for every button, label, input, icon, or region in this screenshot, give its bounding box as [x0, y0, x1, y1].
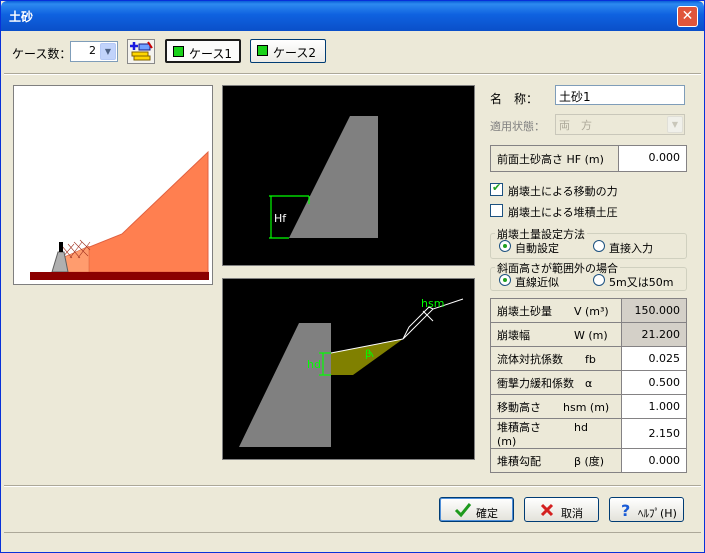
case-edit-button[interactable] [127, 39, 155, 64]
close-icon [540, 503, 554, 517]
case-color-icon [257, 45, 268, 56]
table-row: 崩壊土砂量 V (m³) 150.000 [489, 298, 687, 323]
button-separator [4, 485, 701, 487]
table-row: 堆積高さ hd (m) 2.150 [489, 418, 687, 449]
svg-text:?: ? [621, 502, 630, 518]
param-name: 崩壊幅 W (m) [489, 322, 623, 347]
method-direct-label: 直接入力 [609, 242, 653, 255]
toolbar-separator [4, 73, 701, 75]
state-select[interactable]: 両 方 ▼ [555, 114, 685, 135]
name-label: 名 称： [490, 92, 539, 106]
param-name: 堆積勾配 β (度) [489, 448, 623, 473]
help-button[interactable]: ? ﾍﾙﾌﾟ(H) [609, 497, 684, 522]
deposit-pressure-label: 崩壊土による堆積土圧 [508, 206, 618, 219]
cancel-button-label: 取消 [561, 507, 583, 520]
chevron-down-icon: ▼ [667, 116, 683, 133]
add-case-icon [130, 41, 153, 61]
case-color-icon [173, 46, 184, 57]
case-count-label: ケース数： [12, 47, 72, 61]
param-name: 移動高さ hsm (m) [489, 394, 623, 419]
param-input[interactable]: 1.000 [621, 394, 687, 419]
param-input[interactable]: 0.025 [621, 346, 687, 371]
dialog-window: 土砂 ✕ ケース数： 2 ▼ ケース1 ケース2 Hf hd β hsm 名 称… [0, 0, 705, 553]
param-name: 流体対抗係数 fb [489, 346, 623, 371]
table-row: 衝撃力緩和係数 α 0.500 [489, 370, 687, 395]
move-force-label: 崩壊土による移動の力 [508, 185, 618, 198]
checkmark-icon [454, 503, 472, 518]
param-value: 150.000 [621, 298, 687, 323]
state-value: 両 方 [559, 119, 592, 132]
case-count-value: 2 [89, 44, 96, 57]
tab-case-1[interactable]: ケース1 [165, 39, 241, 63]
deposit-diagram: hd β hsm [239, 297, 464, 447]
tab-case-2[interactable]: ケース2 [250, 39, 326, 63]
param-input[interactable]: 2.150 [621, 418, 687, 449]
slope-preview-panel [13, 85, 213, 285]
slope-linear-label: 直線近似 [515, 276, 559, 289]
close-button[interactable]: ✕ [677, 6, 698, 27]
title-bar: 土砂 ✕ [1, 1, 704, 31]
params-table: 崩壊土砂量 V (m³) 150.000 崩壊幅 W (m) 21.200 流体対抗… [489, 298, 687, 473]
case-count-select[interactable]: 2 ▼ [70, 41, 118, 62]
state-label: 適用状態： [490, 120, 545, 133]
help-icon: ? [621, 502, 630, 518]
case-2-label: ケース2 [273, 46, 317, 60]
hf-diagram: Hf [269, 116, 378, 239]
move-force-checkbox[interactable] [490, 181, 503, 196]
param-input[interactable]: 0.500 [621, 370, 687, 395]
hd-dimension-label: hd [307, 358, 321, 371]
hsm-dimension-label: hsm [421, 297, 444, 310]
hf-dimension-label: Hf [274, 212, 287, 225]
slope-preview-drawing [30, 150, 209, 280]
table-row: 流体対抗係数 fb 0.025 [489, 346, 687, 371]
slope-5m50m-radio[interactable] [593, 274, 605, 286]
table-row: 崩壊幅 W (m) 21.200 [489, 322, 687, 347]
param-input[interactable]: 0.000 [621, 448, 687, 473]
hf-diagram-panel: Hf [222, 85, 475, 266]
method-auto-radio[interactable] [499, 240, 511, 252]
method-auto-label: 自動設定 [515, 242, 559, 255]
method-direct-radio[interactable] [593, 240, 605, 252]
chevron-down-icon[interactable]: ▼ [100, 43, 116, 60]
status-bar [4, 532, 701, 551]
hf-row: 前面土砂高さ HF (m) 0.000 [490, 145, 687, 172]
slope-linear-radio[interactable] [499, 274, 511, 286]
window-title: 土砂 [9, 10, 34, 24]
param-value: 21.200 [621, 322, 687, 347]
beta-angle-label: β [365, 349, 371, 360]
param-name: 崩壊土砂量 V (m³) [489, 298, 623, 323]
hf-input[interactable]: 0.000 [649, 151, 681, 164]
param-name: 堆積高さ hd (m) [489, 418, 623, 449]
hf-label: 前面土砂高さ HF (m) [491, 146, 619, 171]
param-name: 衝撃力緩和係数 α [489, 370, 623, 395]
slope-5m50m-label: 5m又は50m [609, 276, 674, 289]
table-row: 堆積勾配 β (度) 0.000 [489, 448, 687, 473]
name-input[interactable]: 土砂1 [555, 85, 685, 105]
table-row: 移動高さ hsm (m) 1.000 [489, 394, 687, 419]
deposit-diagram-panel: hd β hsm [222, 278, 475, 460]
case-1-label: ケース1 [189, 47, 233, 61]
ok-button-label: 確定 [476, 507, 498, 520]
cancel-button[interactable]: 取消 [524, 497, 599, 522]
help-button-label: ﾍﾙﾌﾟ(H) [638, 507, 677, 520]
deposit-pressure-checkbox[interactable] [490, 204, 503, 217]
ok-button[interactable]: 確定 [439, 497, 514, 522]
